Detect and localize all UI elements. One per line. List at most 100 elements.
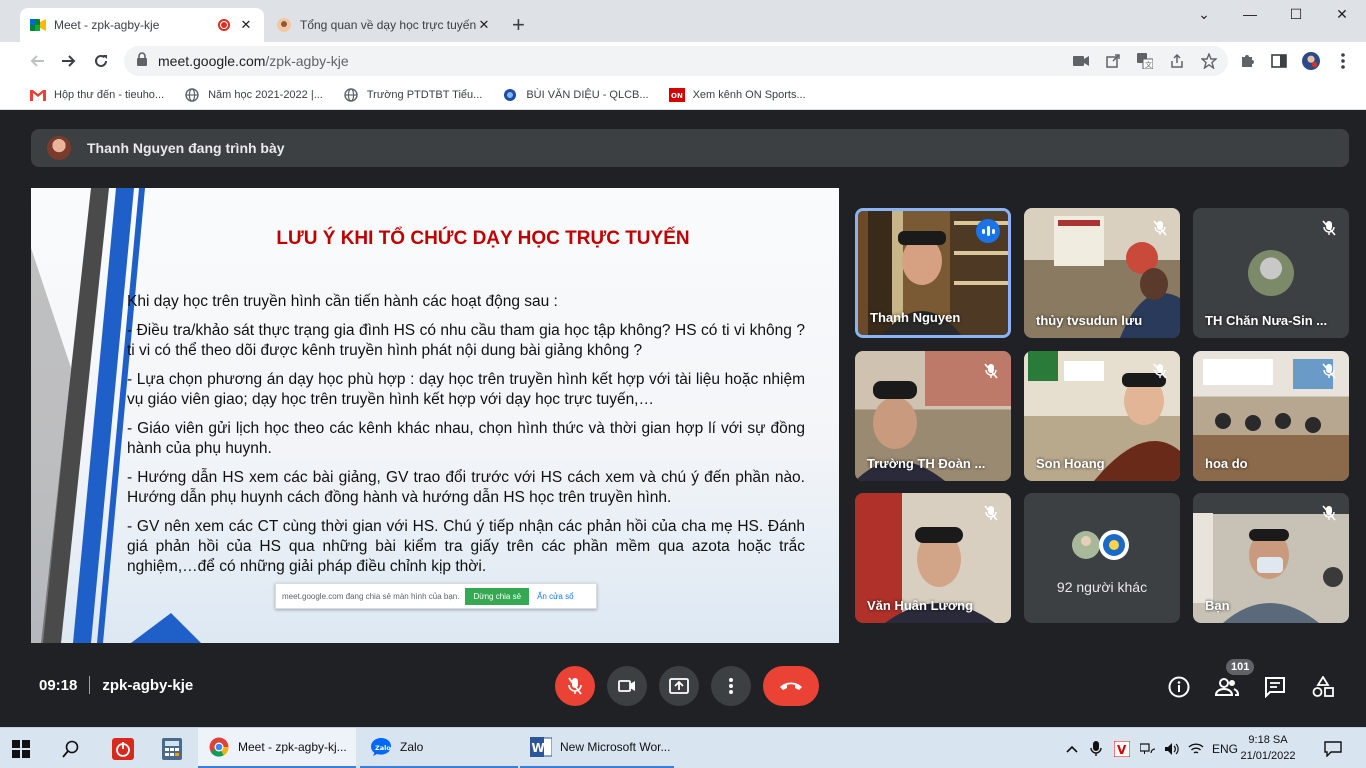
camera-toggle-button[interactable] [607, 666, 647, 706]
meeting-time: 09:18 [39, 676, 78, 694]
slide-title: LƯU Ý KHI TỔ CHỨC DẠY HỌC TRỰC TUYẾN [276, 228, 690, 249]
taskbar-app-word[interactable]: W New Microsoft Wor... [520, 728, 674, 768]
taskbar-app-chrome[interactable]: Meet - zpk-agby-kj... [198, 728, 356, 768]
window-edge [0, 111, 14, 727]
forward-button[interactable] [58, 50, 80, 72]
tray-language[interactable]: ENG [1212, 728, 1238, 768]
close-icon[interactable]: ✕ [476, 17, 492, 33]
self-tile[interactable]: Bạn [1193, 493, 1349, 623]
tab-title: Meet - zpk-agby-kje [54, 18, 160, 32]
participant-tile[interactable]: thủy tvsudun lưu [1024, 208, 1180, 338]
more-participants-tile[interactable]: 92 người khác [1024, 493, 1180, 623]
participant-tile[interactable]: Son Hoang [1024, 351, 1180, 481]
gmail-icon [30, 87, 46, 103]
lock-icon[interactable] [136, 51, 148, 71]
meeting-details-button[interactable] [1167, 675, 1191, 699]
tab-tong-quan[interactable]: Tổng quan về dạy học trực tuyến – ( ✕ [266, 8, 502, 42]
windows-logo-icon [12, 739, 30, 758]
volume-icon [1165, 742, 1179, 755]
slide-paragraph: - Giáo viên gửi lịch học theo các kênh k… [127, 420, 805, 457]
participant-name: Văn Huân Lương [867, 598, 974, 613]
participant-tile[interactable]: Văn Huân Lương [855, 493, 1011, 623]
tab-title: Tổng quan về dạy học trực tuyến – ( [300, 18, 476, 32]
presenter-text: Thanh Nguyen đang trình bày [87, 140, 285, 156]
participant-tile[interactable]: TH Chăn Nưa-Sin ... [1193, 208, 1349, 338]
search-button[interactable] [62, 728, 86, 768]
bookmark-truong[interactable]: Trường PTDTBT Tiểu... [343, 87, 482, 103]
minimize-button[interactable]: — [1230, 6, 1270, 22]
close-window-button[interactable]: ✕ [1322, 6, 1362, 23]
more-menu-icon[interactable] [1334, 52, 1352, 70]
leave-call-button[interactable] [763, 666, 819, 706]
meeting-info: 09:18 zpk-agby-kje [39, 676, 193, 694]
on-icon: ON [668, 87, 685, 103]
camera-icon[interactable] [1072, 52, 1090, 70]
profile-avatar-icon[interactable] [1302, 52, 1320, 70]
microphone-toggle-button[interactable] [555, 666, 595, 706]
share-icon[interactable] [1168, 52, 1186, 70]
taskbar-app-zalo[interactable]: Zalo Zalo [360, 728, 518, 768]
open-external-icon[interactable] [1104, 52, 1122, 70]
bookmark-gmail[interactable]: Hộp thư đến - tieuho... [30, 87, 164, 103]
pinned-app-power[interactable] [112, 728, 136, 768]
participant-tile[interactable]: Trường TH Đoàn ... [855, 351, 1011, 481]
taskbar-app-label: New Microsoft Wor... [560, 740, 671, 754]
taskbar-app-label: Zalo [400, 740, 424, 754]
grouped-avatars-icon [1072, 530, 1129, 560]
slide-body: Khi dạy học trên truyền hình cần tiến hà… [127, 292, 805, 586]
people-icon [1215, 678, 1239, 696]
clock-date: 21/01/2022 [1240, 750, 1296, 762]
tray-wifi[interactable] [1188, 728, 1206, 768]
start-button[interactable] [12, 728, 36, 768]
tray-volume[interactable] [1164, 728, 1182, 768]
participant-tile[interactable]: hoa do [1193, 351, 1349, 481]
more-options-button[interactable] [711, 666, 751, 706]
present-screen-button[interactable] [659, 666, 699, 706]
tray-vietkey[interactable]: V [1114, 728, 1132, 768]
tab-search-icon[interactable]: ⌄ [1184, 6, 1224, 23]
bookmark-label: BÙI VĂN DIỆU - QLCB... [526, 88, 649, 101]
tab-meet[interactable]: Meet - zpk-agby-kje ✕ [20, 8, 264, 42]
notification-center-button[interactable] [1324, 728, 1344, 768]
participant-tile[interactable]: Thanh Nguyen [855, 208, 1011, 338]
stop-sharing-button[interactable]: Dừng chia sẻ [465, 587, 530, 605]
tray-overflow-button[interactable] [1066, 728, 1082, 768]
bookmark-on-sports[interactable]: ON Xem kênh ON Sports... [668, 87, 806, 103]
participant-name: TH Chăn Nưa-Sin ... [1205, 313, 1328, 328]
tray-microphone[interactable] [1090, 728, 1106, 768]
close-icon[interactable]: ✕ [238, 17, 254, 33]
meeting-code: zpk-agby-kje [102, 676, 194, 694]
info-icon [1168, 676, 1190, 698]
slide-paragraph: - Hướng dẫn HS xem các bài giảng, GV tra… [127, 469, 805, 506]
reload-button[interactable] [90, 50, 112, 72]
url-host: meet.google.com [158, 53, 266, 69]
bookmark-label: Xem kênh ON Sports... [692, 88, 806, 101]
clock-time: 9:18 SA [1248, 734, 1288, 746]
new-tab-button[interactable]: + [512, 14, 525, 36]
more-participants-label: 92 người khác [1056, 579, 1148, 595]
system-clock[interactable]: 9:18 SA 21/01/2022 [1238, 732, 1298, 764]
extensions-puzzle-icon[interactable] [1238, 52, 1256, 70]
hide-notice-button[interactable]: Ẩn cửa sổ [537, 592, 573, 601]
side-panel-icon[interactable] [1270, 52, 1288, 70]
maximize-button[interactable]: ☐ [1276, 6, 1316, 23]
people-button[interactable] [1215, 675, 1239, 699]
bookmark-nam-hoc[interactable]: Năm học 2021-2022 |... [184, 87, 323, 103]
tray-network[interactable] [1140, 728, 1158, 768]
chat-button[interactable] [1263, 675, 1287, 699]
divider [89, 676, 91, 694]
google-meet-icon [30, 17, 46, 33]
speaking-indicator-icon [976, 219, 1000, 243]
bookmark-qlcb[interactable]: BÙI VĂN DIỆU - QLCB... [502, 87, 649, 103]
network-icon [1140, 742, 1156, 754]
bookmark-star-icon[interactable] [1200, 52, 1218, 70]
svg-text:ON: ON [671, 92, 683, 100]
translate-icon[interactable]: 文 [1136, 52, 1154, 70]
activities-button[interactable] [1311, 675, 1335, 699]
shared-screen-slide: LƯU Ý KHI TỔ CHỨC DẠY HỌC TRỰC TUYẾN Khi… [31, 188, 839, 643]
pinned-app-calculator[interactable] [162, 728, 186, 768]
back-button[interactable] [26, 50, 48, 72]
address-bar[interactable]: meet.google.com/zpk-agby-kje 文 [124, 46, 1228, 76]
qlcb-icon [502, 87, 518, 103]
mic-off-icon [981, 503, 1001, 523]
